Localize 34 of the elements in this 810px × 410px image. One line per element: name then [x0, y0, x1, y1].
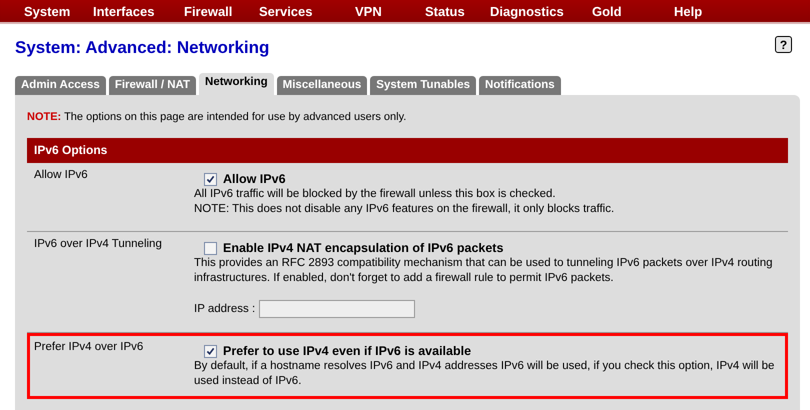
checkbox-label: Enable IPv4 NAT encapsulation of IPv6 packets [223, 241, 504, 255]
page-title: System: Advanced: Networking [15, 37, 270, 58]
checkbox[interactable] [204, 242, 217, 254]
ip-address-field[interactable] [259, 300, 416, 318]
section-header: IPv6 Options [27, 138, 788, 163]
row-label: IPv6 over IPv4 Tunneling [34, 238, 162, 250]
description-text: This provides an RFC 2893 compatibility mechanism that can be used to tunneling IPv6 packets over IPv4 routing infrastructures. If enabled, don't forget to add a firewall rule to permit IPv6 packets. [194, 256, 774, 286]
menu-item[interactable]: Services [259, 4, 355, 18]
checkbox[interactable] [204, 344, 217, 358]
checkbox[interactable] [204, 172, 217, 186]
tab[interactable]: Firewall / NAT [108, 76, 196, 95]
menu-item[interactable]: Status [425, 4, 490, 18]
menu-item[interactable]: Interfaces [93, 4, 184, 18]
description-text: By default, if a hostname resolves IPv6 and IPv4 addresses IPv6 will be used, if you check this option, IPv4 will be used instead of IPv6. [194, 359, 776, 389]
menu-item[interactable]: Diagnostics [490, 4, 592, 18]
menu-item[interactable]: Firewall [184, 4, 259, 18]
tab[interactable]: Networking [199, 73, 274, 95]
menu-item[interactable]: System [24, 4, 93, 18]
menu-item[interactable]: Gold [592, 4, 674, 18]
tab[interactable]: Admin Access [15, 76, 106, 95]
menu-item[interactable]: Help [674, 4, 702, 18]
description-text: NOTE: This does not disable any IPv6 features on the firewall, it only blocks traffic. [194, 202, 616, 217]
tab[interactable]: System Tunables [370, 76, 476, 95]
checkbox-label: Allow IPv6 [223, 172, 286, 186]
menu-item[interactable]: VPN [355, 4, 425, 18]
description-text: All IPv6 traffic will be blocked by the firewall unless this box is checked. [194, 187, 557, 202]
note-text: NOTE: The options on this page are intended for use by advanced users only. [27, 111, 408, 123]
tab[interactable]: Miscellaneous [276, 76, 368, 95]
row-label: Allow IPv6 [34, 169, 88, 181]
tab[interactable]: Notifications [479, 76, 561, 95]
field-label: IP address : [194, 303, 256, 315]
checkbox-label: Prefer to use IPv4 even if IPv6 is available [223, 344, 472, 358]
row-label: Prefer IPv4 over IPv6 [34, 341, 144, 353]
help-button[interactable]: ? [775, 36, 792, 53]
